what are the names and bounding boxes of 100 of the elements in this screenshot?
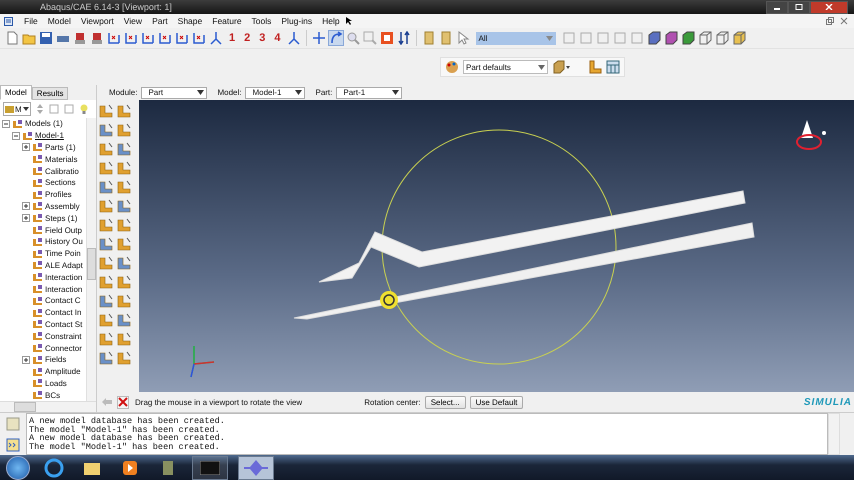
- module-tool-icon[interactable]: [99, 218, 113, 232]
- tree-item[interactable]: Contact In: [45, 308, 82, 318]
- tree-item[interactable]: Model-1: [35, 131, 64, 140]
- move-arrows-icon[interactable]: [312, 31, 326, 45]
- start-button[interactable]: [6, 456, 30, 480]
- module-tool-icon[interactable]: [117, 199, 131, 213]
- module-tool-icon[interactable]: [117, 218, 131, 232]
- viewport[interactable]: [139, 100, 854, 392]
- module-tool-icon[interactable]: [117, 180, 131, 194]
- module-tool-icon[interactable]: [117, 256, 131, 270]
- menu-item[interactable]: Part: [147, 16, 173, 26]
- triad-icon[interactable]: [209, 31, 223, 45]
- cube-icon[interactable]: [714, 31, 728, 45]
- tree-filter-dropdown[interactable]: M: [3, 102, 31, 116]
- tree-item[interactable]: Steps (1): [45, 214, 78, 223]
- pointer-icon[interactable]: [456, 31, 470, 45]
- viewport-number-button[interactable]: 4: [270, 32, 284, 44]
- palette-icon[interactable]: [445, 60, 459, 74]
- app-menu-icon[interactable]: [4, 16, 13, 26]
- minimize-button[interactable]: [766, 0, 788, 14]
- database-icon[interactable]: [73, 31, 87, 45]
- module-tool-icon[interactable]: [99, 123, 113, 137]
- module-tool-icon[interactable]: [99, 294, 113, 308]
- browser-icon[interactable]: [44, 458, 64, 478]
- cancel-button[interactable]: [117, 396, 129, 408]
- expand-toggle-icon[interactable]: [22, 214, 30, 222]
- module-tool-icon[interactable]: [99, 161, 113, 175]
- sort-arrows-icon[interactable]: [36, 104, 44, 114]
- tree-item[interactable]: Interaction: [45, 272, 82, 282]
- tree-item[interactable]: Connector: [45, 344, 82, 353]
- axis-view-icon[interactable]: [158, 31, 172, 45]
- tree-item[interactable]: BCs: [45, 390, 60, 400]
- triad-icon[interactable]: [286, 31, 300, 45]
- render-cube-icon[interactable]: [664, 31, 678, 45]
- menu-item[interactable]: Viewport: [76, 16, 119, 26]
- tree-item[interactable]: Profiles: [45, 190, 72, 200]
- axis-view-icon[interactable]: [175, 31, 189, 45]
- prompt-button[interactable]: Use Default: [470, 396, 524, 408]
- terminal-taskbar-button[interactable]: [192, 456, 228, 480]
- menu-item[interactable]: Feature: [207, 16, 247, 26]
- module-tool-icon[interactable]: [117, 313, 131, 327]
- message-area-icon[interactable]: [6, 416, 20, 430]
- menu-item[interactable]: View: [118, 16, 148, 26]
- expand-toggle-icon[interactable]: [22, 356, 30, 364]
- part-icon[interactable]: [588, 60, 602, 74]
- tree-item[interactable]: ALE Adapt: [45, 260, 83, 270]
- database-icon[interactable]: [90, 31, 104, 45]
- axis-view-icon[interactable]: [141, 31, 155, 45]
- axis-view-icon[interactable]: [124, 31, 138, 45]
- cube-dropdown-icon[interactable]: [552, 60, 570, 74]
- viewport-number-button[interactable]: 2: [240, 32, 254, 44]
- menu-item[interactable]: Tools: [246, 16, 276, 26]
- tree-item[interactable]: Fields: [45, 355, 66, 364]
- context-dropdown[interactable]: Part: [141, 86, 208, 98]
- panel-tab[interactable]: Results: [32, 87, 68, 100]
- vertical-scrollbar[interactable]: [828, 413, 840, 455]
- abaqus-taskbar-button[interactable]: [238, 456, 274, 480]
- menu-item[interactable]: Shape: [172, 16, 208, 26]
- fit-view-icon[interactable]: [380, 31, 394, 45]
- expand-toggle-icon[interactable]: [12, 132, 20, 140]
- swap-arrows-icon[interactable]: [396, 31, 410, 45]
- render-cube-icon[interactable]: [680, 31, 694, 45]
- magnifier-icon[interactable]: [346, 31, 360, 45]
- module-tool-icon[interactable]: [117, 104, 131, 118]
- tree-item[interactable]: Parts (1): [45, 142, 76, 152]
- tree-item[interactable]: Materials: [45, 154, 78, 164]
- module-tool-icon[interactable]: [99, 199, 113, 213]
- expand-toggle-icon[interactable]: [2, 120, 10, 128]
- tree-item[interactable]: Constraint: [45, 332, 82, 341]
- context-dropdown[interactable]: Part-1: [336, 86, 402, 98]
- module-tool-icon[interactable]: [117, 123, 131, 137]
- module-tool-icon[interactable]: [99, 275, 113, 289]
- tree-item[interactable]: Calibratio: [45, 166, 79, 176]
- module-tool-icon[interactable]: [117, 294, 131, 308]
- render-cube-icon[interactable]: [646, 31, 660, 45]
- menu-item[interactable]: Plug-ins: [276, 16, 318, 26]
- module-tool-icon[interactable]: [99, 142, 113, 156]
- render-style-dropdown[interactable]: Part defaults: [463, 60, 548, 74]
- module-tool-icon[interactable]: [117, 275, 131, 289]
- rotation-circle[interactable]: [382, 130, 616, 364]
- menu-item[interactable]: Model: [42, 16, 76, 26]
- module-tool-icon[interactable]: [117, 237, 131, 251]
- new-file-icon[interactable]: [5, 31, 19, 45]
- tree-item[interactable]: Models (1): [25, 119, 63, 128]
- menu-item[interactable]: Help: [317, 16, 345, 26]
- module-tool-icon[interactable]: [99, 104, 113, 118]
- module-tool-icon[interactable]: [117, 332, 131, 346]
- prompt-button[interactable]: Select...: [424, 396, 466, 408]
- tree-item[interactable]: Amplitude: [45, 367, 81, 376]
- tree-item[interactable]: Interaction: [45, 284, 82, 294]
- module-tool-icon[interactable]: [117, 142, 131, 156]
- tree-item[interactable]: History Ou: [45, 237, 83, 246]
- restore-icon[interactable]: [826, 17, 834, 25]
- tree-item[interactable]: Contact C: [45, 296, 81, 306]
- expand-icon[interactable]: [48, 104, 59, 114]
- vertical-scrollbar[interactable]: [86, 118, 96, 401]
- module-tool-icon[interactable]: [99, 313, 113, 327]
- panel-tab[interactable]: Model: [0, 85, 32, 100]
- tree-item[interactable]: Assembly: [45, 202, 80, 211]
- tree-item[interactable]: Field Outp: [45, 226, 82, 235]
